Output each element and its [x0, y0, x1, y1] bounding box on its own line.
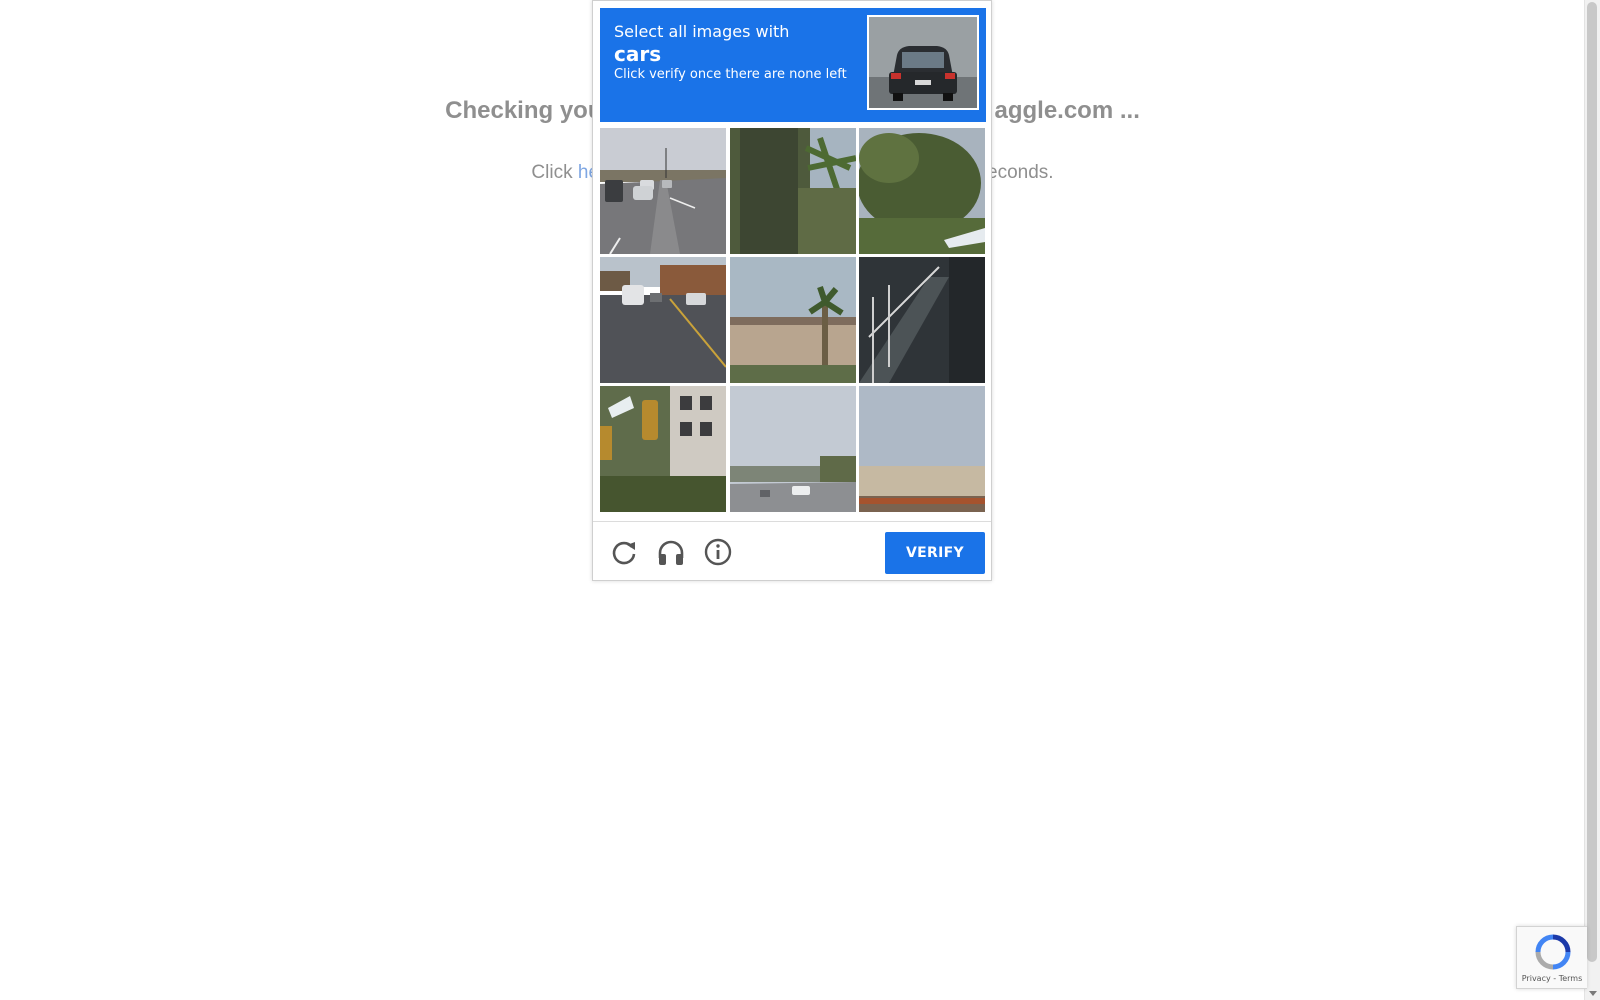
challenge-footer: VERIFY [593, 521, 991, 582]
background-heading-right: aggle.com ... [994, 97, 1140, 124]
reload-icon[interactable] [608, 536, 640, 568]
recaptcha-logo-icon [1534, 933, 1572, 971]
background-heading-left: Checking you [445, 97, 603, 124]
tile-3-palm-tree[interactable] [859, 128, 985, 254]
recaptcha-privacy-terms[interactable]: Privacy - Terms [1517, 974, 1587, 983]
scroll-down-arrow[interactable] [1589, 991, 1597, 996]
challenge-instruction: Select all images with [614, 22, 790, 41]
background-line-suffix: econds. [987, 162, 1054, 183]
tile-2-palm-trunk[interactable] [730, 128, 856, 254]
tile-9-train-sky[interactable] [859, 386, 985, 512]
tile-1-road-with-cars[interactable] [600, 128, 726, 254]
tile-5-building-palm[interactable] [730, 257, 856, 383]
headphones-icon[interactable] [655, 536, 687, 568]
verify-button[interactable]: VERIFY [885, 532, 985, 574]
challenge-hint: Click verify once there are none left [614, 67, 847, 82]
sample-car-image [867, 15, 979, 110]
challenge-target-word: cars [614, 42, 662, 66]
info-icon[interactable] [702, 536, 734, 568]
tile-4-street-with-cars[interactable] [600, 257, 726, 383]
challenge-header: Select all images with cars Click verify… [600, 8, 986, 122]
scrollbar-thumb[interactable] [1587, 2, 1597, 962]
tile-7-traffic-light[interactable] [600, 386, 726, 512]
captcha-challenge: Select all images with cars Click verify… [592, 0, 992, 581]
recaptcha-badge[interactable]: Privacy - Terms [1516, 926, 1587, 989]
page-scrollbar[interactable] [1584, 0, 1600, 1000]
tile-8-street-distance[interactable] [730, 386, 856, 512]
background-line-prefix: Click [531, 162, 578, 183]
image-grid [600, 128, 986, 514]
tile-6-stairs[interactable] [859, 257, 985, 383]
